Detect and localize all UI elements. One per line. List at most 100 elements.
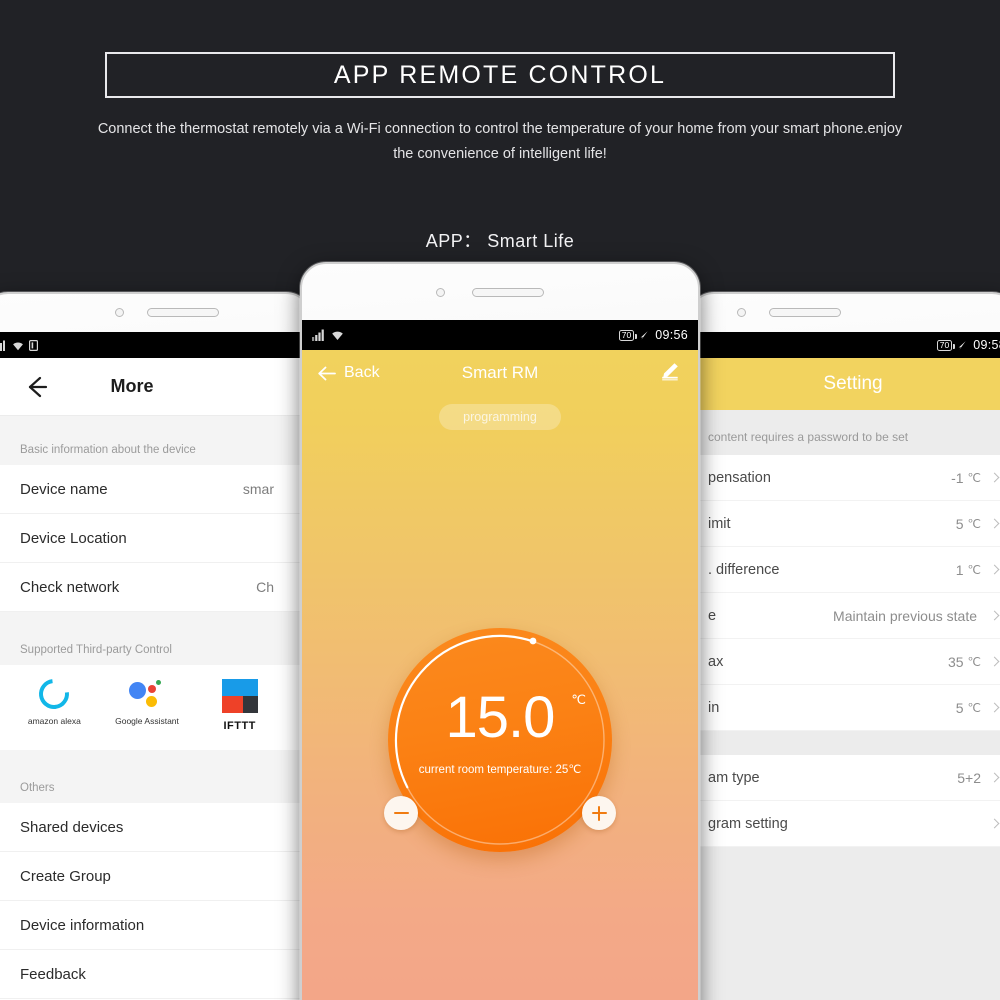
row-feedback[interactable]: Feedback (0, 950, 310, 999)
setting-row-power-state[interactable]: e Maintain previous state (690, 593, 1000, 639)
front-camera-icon (735, 306, 748, 319)
right-page-title: Setting (823, 373, 883, 394)
phone-center: 70 09:56 Back Smart RM programming 15.0 … (300, 262, 700, 1000)
phone-right-screen: 70 09:58 Setting content requires a pass… (690, 332, 1000, 1000)
signal-icon (312, 329, 324, 341)
chevron-right-icon (989, 518, 1000, 529)
temperature-unit: ℃ (571, 692, 586, 707)
chevron-right-icon (989, 610, 1000, 621)
password-note: content requires a password to be set (690, 410, 1000, 455)
third-party-alexa[interactable]: amazon alexa (14, 672, 95, 732)
row-create-group[interactable]: Create Group (0, 852, 310, 901)
setting-row-min[interactable]: in 5 ℃ (690, 685, 1000, 731)
phone-left: More Basic information about the device … (0, 292, 312, 1000)
setting-value: -1 (951, 469, 964, 486)
phone-left-screen: More Basic information about the device … (0, 332, 310, 1000)
row-value: smar (242, 481, 274, 497)
third-party-google-assistant[interactable]: Google Assistant (107, 679, 188, 732)
section-basic-info: Basic information about the device (0, 416, 310, 465)
setting-value: 5 (955, 515, 964, 532)
back-arrow-icon[interactable] (24, 374, 50, 400)
thermostat-screen: Back Smart RM programming 15.0 ℃ current… (302, 350, 698, 1000)
row-device-name[interactable]: Device name smar (0, 465, 310, 514)
back-arrow-icon (318, 366, 336, 380)
phone-left-bezel (0, 294, 310, 332)
decrease-temperature-button[interactable] (384, 796, 418, 830)
phone-right: 70 09:58 Setting content requires a pass… (688, 292, 1000, 1000)
row-label: Device information (20, 916, 145, 934)
thermostat-dial[interactable]: 15.0 ℃ current room temperature: 25℃ (384, 628, 616, 852)
setting-label: . difference (708, 561, 780, 578)
phone-center-screen: 70 09:56 Back Smart RM programming 15.0 … (302, 320, 698, 1000)
setting-label: e (708, 607, 717, 624)
page-subtitle: Connect the thermostat remotely via a Wi… (97, 121, 903, 162)
pencil-edit-icon (662, 362, 678, 380)
row-label: Device Location (20, 529, 127, 547)
third-party-row: amazon alexa Google Assistant IFTTT (0, 665, 310, 750)
page-title: APP REMOTE CONTROL (333, 60, 667, 89)
setting-value: 5+2 (957, 769, 981, 786)
setting-row-compensation[interactable]: pensation -1 ℃ (690, 455, 1000, 501)
row-label: Feedback (20, 965, 86, 983)
setting-row-limit[interactable]: imit 5 ℃ (690, 501, 1000, 547)
setting-unit: ℃ (967, 562, 981, 577)
setting-row-difference[interactable]: . difference 1 ℃ (690, 547, 1000, 593)
ifttt-icon (221, 679, 258, 713)
section-third-party: Supported Third-party Control (0, 612, 310, 665)
chevron-right-icon (989, 564, 1000, 575)
setting-row-program-type[interactable]: am type 5+2 (690, 755, 1000, 801)
right-nav-bar: Setting (690, 358, 1000, 410)
chevron-right-icon (989, 818, 1000, 829)
back-label: Back (344, 364, 380, 381)
setting-label: pensation (708, 469, 771, 486)
back-button[interactable]: Back (318, 364, 380, 382)
battery-icon (29, 339, 38, 351)
third-party-ifttt[interactable]: IFTTT (199, 679, 280, 732)
chevron-right-icon (989, 702, 1000, 713)
front-camera-icon (113, 306, 126, 319)
clock: 09:56 (655, 328, 688, 342)
row-value: Ch (256, 579, 274, 595)
programming-mode-pill[interactable]: programming (439, 404, 561, 430)
front-camera-icon (434, 286, 447, 299)
third-party-label: amazon alexa (27, 716, 81, 726)
charging-icon (958, 340, 966, 350)
setting-unit: ℃ (967, 470, 981, 485)
setting-label: imit (708, 515, 731, 532)
right-statusbar: 70 09:58 (690, 332, 1000, 358)
setting-label: gram setting (708, 815, 788, 832)
chevron-right-icon (989, 772, 1000, 783)
page-title-box: APP REMOTE CONTROL (105, 52, 895, 98)
app-name-label: APP： Smart Life (425, 231, 575, 251)
edit-button[interactable] (660, 361, 682, 386)
clock: 09:58 (973, 338, 1000, 352)
wifi-icon (332, 331, 343, 340)
row-label: Shared devices (20, 818, 124, 836)
phone-center-bezel (302, 264, 698, 320)
row-label: Device name (20, 480, 108, 498)
plus-icon (597, 805, 601, 821)
earpiece-speaker (769, 308, 841, 317)
third-party-label: IFTTT (223, 720, 256, 732)
phone-right-bezel (690, 294, 1000, 332)
row-check-network[interactable]: Check network Ch (0, 563, 310, 612)
setting-value: 1 (955, 561, 964, 578)
row-shared-devices[interactable]: Shared devices (0, 803, 310, 852)
wifi-icon (13, 342, 23, 350)
increase-temperature-button[interactable] (582, 796, 616, 830)
battery-icon: 70 (936, 339, 956, 351)
row-device-location[interactable]: Device Location (0, 514, 310, 563)
minus-icon (393, 811, 409, 815)
battery-icon: 70 (618, 329, 638, 341)
setting-unit: ℃ (967, 700, 981, 715)
setting-row-program-setting[interactable]: gram setting (690, 801, 1000, 847)
center-statusbar: 70 09:56 (302, 320, 698, 350)
setting-row-max[interactable]: ax 35 ℃ (690, 639, 1000, 685)
row-device-information[interactable]: Device information (0, 901, 310, 950)
earpiece-speaker (472, 288, 544, 297)
center-nav-bar: Back Smart RM (302, 350, 698, 396)
room-temperature-label: current room temperature: 25℃ (418, 764, 582, 776)
earpiece-speaker (147, 308, 219, 317)
alexa-icon (33, 672, 76, 716)
left-nav-bar: More (0, 358, 310, 416)
